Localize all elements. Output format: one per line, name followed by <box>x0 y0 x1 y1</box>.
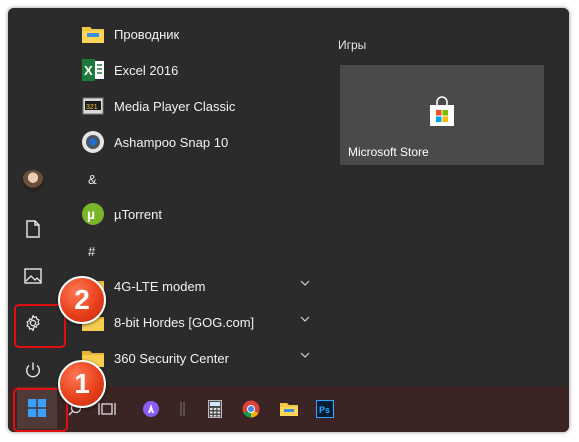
folder-icon <box>80 21 106 47</box>
chrome-button[interactable] <box>236 394 266 424</box>
section-letter-ampersand[interactable]: & <box>88 172 97 187</box>
app-label: Media Player Classic <box>114 98 236 114</box>
microsoft-store-tile[interactable]: Microsoft Store <box>340 65 544 165</box>
settings-highlight-box <box>14 304 66 348</box>
alice-button[interactable] <box>136 394 166 424</box>
chevron-down-icon <box>300 352 310 358</box>
tile-label: Microsoft Store <box>348 145 429 159</box>
explorer-button[interactable] <box>274 394 304 424</box>
document-icon <box>26 220 40 238</box>
calculator-button[interactable] <box>200 394 230 424</box>
app-list: Проводник X Excel 2016 321 Media Player … <box>64 8 324 386</box>
app-label: 360 Security Center <box>114 350 229 366</box>
user-avatar <box>22 170 44 192</box>
app-label: Проводник <box>114 26 180 42</box>
user-avatar-button[interactable] <box>17 165 49 197</box>
folder-icon <box>280 403 298 416</box>
utorrent-icon: µ <box>80 201 106 227</box>
svg-text:Ps: Ps <box>319 405 330 415</box>
photoshop-button[interactable]: Ps <box>310 394 340 424</box>
list-item-media-player[interactable]: 321 Media Player Classic <box>64 88 320 124</box>
svg-text:321: 321 <box>86 104 98 111</box>
store-bag-icon <box>430 96 454 126</box>
svg-text:µ: µ <box>87 206 95 222</box>
power-button[interactable] <box>17 354 49 386</box>
camera-icon <box>80 129 106 155</box>
tile-group-title[interactable]: Игры <box>338 38 366 52</box>
svg-text:X: X <box>84 63 93 78</box>
pictures-icon <box>24 268 42 284</box>
screenshot-frame: Проводник X Excel 2016 321 Media Player … <box>8 8 569 432</box>
app-label: Ashampoo Snap 10 <box>114 134 229 150</box>
media-player-icon: 321 <box>80 93 106 119</box>
app-label: µTorrent <box>114 206 162 222</box>
taskbar-separator <box>168 394 198 424</box>
section-letter-hash[interactable]: # <box>88 244 95 259</box>
callout-badge-2: 2 <box>58 276 106 324</box>
app-label: Excel 2016 <box>114 62 179 78</box>
list-item-utorrent[interactable]: µ µTorrent <box>64 196 320 232</box>
documents-button[interactable] <box>17 213 49 245</box>
pictures-button[interactable] <box>17 260 49 292</box>
list-item-ashampoo[interactable]: Ashampoo Snap 10 <box>64 124 320 160</box>
chevron-down-icon <box>300 280 310 286</box>
calculator-icon <box>208 400 222 418</box>
power-icon <box>26 362 40 378</box>
start-menu: Проводник X Excel 2016 321 Media Player … <box>8 8 569 386</box>
list-item-excel[interactable]: X Excel 2016 <box>64 52 320 88</box>
divider-icon <box>180 402 185 416</box>
callout-badge-1: 1 <box>58 360 106 408</box>
app-label: 8-bit Hordes [GOG.com] <box>114 314 255 330</box>
photoshop-icon: Ps <box>316 400 334 418</box>
alice-icon <box>143 401 159 417</box>
app-label: 4G-LTE modem <box>114 278 206 294</box>
chrome-icon <box>242 400 260 418</box>
excel-icon: X <box>80 57 106 83</box>
task-view-icon <box>98 403 116 415</box>
chevron-down-icon <box>300 316 310 322</box>
list-item-explorer[interactable]: Проводник <box>64 16 320 52</box>
